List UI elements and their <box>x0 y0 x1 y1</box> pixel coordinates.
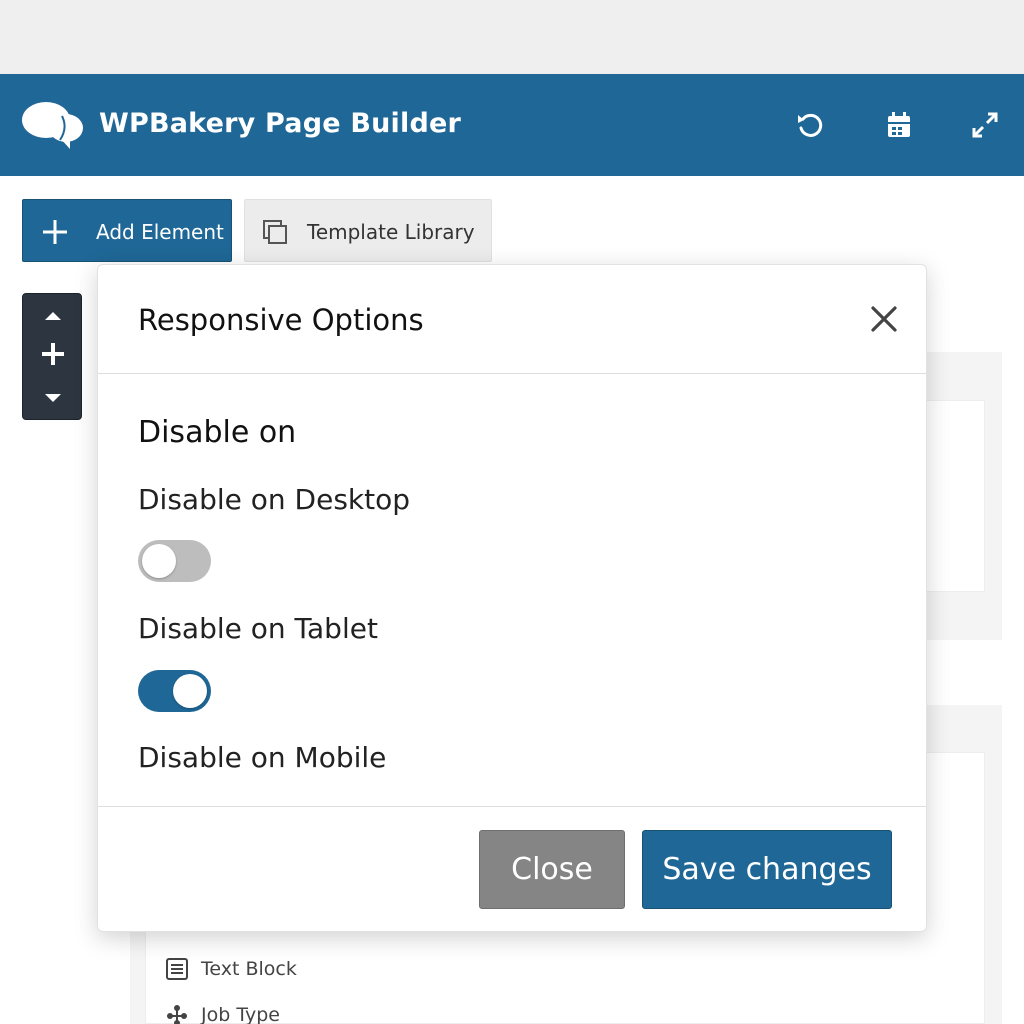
modal-footer: Close Save changes <box>98 806 926 933</box>
element-text-block[interactable]: Text Block <box>165 957 297 981</box>
text-block-icon <box>165 957 189 981</box>
option-label-mobile: Disable on Mobile <box>138 741 387 774</box>
close-button[interactable]: Close <box>479 830 625 909</box>
add-element-label: Add Element <box>96 220 224 244</box>
option-label-desktop: Disable on Desktop <box>138 483 411 516</box>
toggle-knob <box>173 674 207 708</box>
add-element-button[interactable]: Add Element <box>22 199 232 262</box>
element-job-type[interactable]: Job Type <box>165 1003 280 1024</box>
modal-title: Responsive Options <box>138 303 424 337</box>
responsive-options-modal: Responsive Options Disable on Disable on… <box>97 264 927 932</box>
template-library-icon <box>261 218 289 246</box>
calendar-icon[interactable] <box>884 110 914 140</box>
wpbakery-logo-icon <box>20 98 86 150</box>
close-icon[interactable] <box>868 303 900 335</box>
section-title: Disable on <box>138 415 297 450</box>
add-row-icon[interactable] <box>39 340 67 368</box>
save-changes-button[interactable]: Save changes <box>642 830 892 909</box>
option-label-tablet: Disable on Tablet <box>138 612 378 645</box>
text-block-label: Text Block <box>201 958 297 980</box>
toggle-disable-desktop[interactable] <box>138 540 211 582</box>
app-header: WPBakery Page Builder <box>0 74 1024 176</box>
job-type-icon <box>165 1003 189 1024</box>
toggle-knob <box>142 544 176 578</box>
move-down-icon[interactable] <box>43 390 63 404</box>
job-type-label: Job Type <box>201 1004 280 1024</box>
template-library-label: Template Library <box>307 220 475 244</box>
undo-icon[interactable] <box>795 110 825 140</box>
toggle-disable-tablet[interactable] <box>138 670 211 712</box>
app-title: WPBakery Page Builder <box>99 108 462 139</box>
top-strip <box>0 0 1024 74</box>
fullscreen-icon[interactable] <box>970 110 1000 140</box>
plus-icon <box>41 218 69 246</box>
modal-header: Responsive Options <box>98 265 926 374</box>
move-up-icon[interactable] <box>43 308 63 322</box>
row-controls <box>22 293 82 420</box>
template-library-button[interactable]: Template Library <box>244 199 492 262</box>
